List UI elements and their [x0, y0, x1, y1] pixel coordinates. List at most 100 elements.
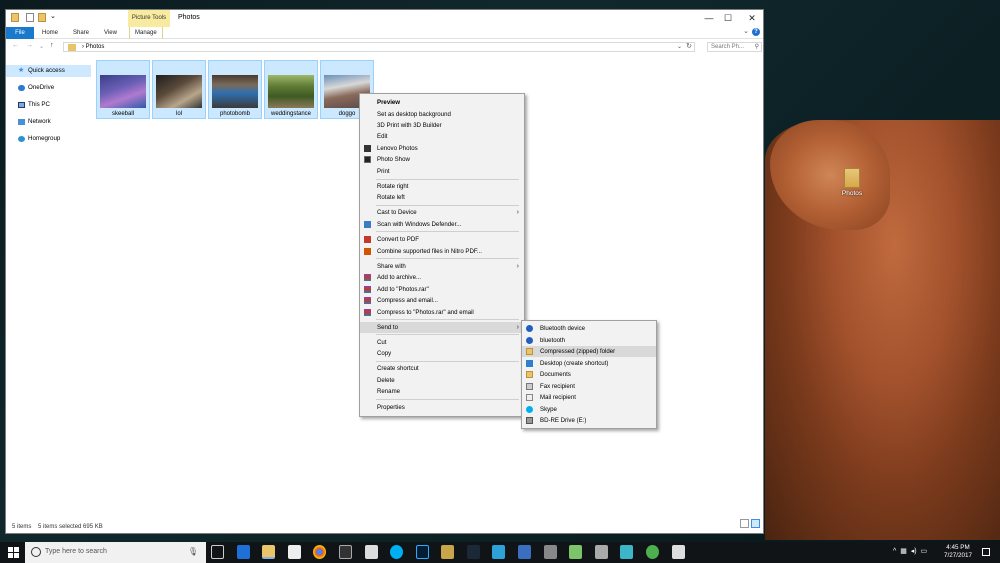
tab-file[interactable]: File: [6, 27, 34, 39]
menu-item-rotate-left[interactable]: Rotate left: [360, 192, 524, 203]
app-icon[interactable]: [492, 545, 505, 559]
kodi-icon[interactable]: [620, 545, 633, 559]
menu-item-create-shortcut[interactable]: Create shortcut: [360, 363, 524, 374]
recent-locations-icon[interactable]: ⌄: [39, 43, 44, 50]
tab-manage[interactable]: Manage: [129, 27, 163, 39]
menu-item-compress-and-email[interactable]: Compress and email...: [360, 295, 524, 306]
skype-icon[interactable]: [390, 545, 403, 559]
start-button[interactable]: [8, 547, 19, 558]
file-item[interactable]: skeeball: [96, 60, 150, 119]
microphone-icon[interactable]: 🎙: [188, 547, 198, 556]
terminal-icon[interactable]: [339, 545, 352, 559]
desktop-icon-photos[interactable]: Photos: [838, 168, 866, 197]
nav-item-network[interactable]: Network: [6, 116, 91, 128]
menu-item-share-with[interactable]: Share with ›: [360, 261, 524, 272]
send-to-bd-re-drive[interactable]: BD-RE Drive (E:): [522, 415, 656, 426]
forward-arrow-icon[interactable]: →: [26, 42, 33, 49]
address-field[interactable]: › Photos ⌄ ↻: [63, 42, 695, 52]
menu-item-cut[interactable]: Cut: [360, 337, 524, 348]
menu-item-delete[interactable]: Delete: [360, 375, 524, 386]
tab-home[interactable]: Home: [37, 27, 63, 39]
menu-item-photo-show[interactable]: Photo Show: [360, 154, 524, 165]
breadcrumb[interactable]: › Photos: [82, 44, 104, 50]
edge-icon[interactable]: [237, 545, 250, 559]
search-input[interactable]: Search Ph... ⚲: [707, 42, 762, 52]
file-item[interactable]: photobomb: [208, 60, 262, 119]
send-to-skype[interactable]: Skype: [522, 404, 656, 415]
menu-item-convert-to-pdf[interactable]: Convert to PDF: [360, 234, 524, 245]
menu-separator: [376, 205, 519, 206]
app-icon[interactable]: [646, 545, 659, 559]
customize-quick-access-icon[interactable]: ⌄: [50, 12, 56, 20]
menu-item-combine-nitro[interactable]: Combine supported files in Nitro PDF...: [360, 246, 524, 257]
steam-icon[interactable]: [467, 545, 480, 559]
send-to-compressed-folder[interactable]: Compressed (zipped) folder: [522, 346, 656, 357]
up-arrow-icon[interactable]: ↑: [50, 42, 54, 49]
tab-share[interactable]: Share: [68, 27, 94, 39]
menu-item-set-desktop-background[interactable]: Set as desktop background: [360, 109, 524, 120]
keyboard-icon[interactable]: ▭: [920, 548, 927, 555]
chrome-icon[interactable]: [313, 545, 326, 559]
bluetooth-icon: [526, 325, 533, 332]
taskbar-search-box[interactable]: Type here to search 🎙: [25, 542, 206, 563]
back-arrow-icon[interactable]: ←: [12, 42, 19, 49]
send-to-bluetooth[interactable]: bluetooth: [522, 335, 656, 346]
details-view-icon[interactable]: [740, 519, 749, 528]
view-toggle: [738, 519, 760, 530]
menu-item-cast-to-device[interactable]: Cast to Device ›: [360, 207, 524, 218]
file-item[interactable]: lol: [152, 60, 206, 119]
app-icon[interactable]: [595, 545, 608, 559]
menu-item-add-to-archive[interactable]: Add to archive...: [360, 272, 524, 283]
maximize-button[interactable]: ☐: [717, 11, 739, 25]
menu-item-compress-to-rar-email[interactable]: Compress to "Photos.rar" and email: [360, 307, 524, 318]
send-to-desktop[interactable]: Desktop (create shortcut): [522, 358, 656, 369]
show-hidden-icons-icon[interactable]: ^: [893, 548, 896, 555]
expand-ribbon-icon[interactable]: ⌄: [743, 27, 749, 35]
file-explorer-icon[interactable]: [262, 545, 275, 559]
menu-item-scan-defender[interactable]: Scan with Windows Defender...: [360, 219, 524, 230]
nav-item-homegroup[interactable]: Homegroup: [6, 133, 91, 145]
tab-view[interactable]: View: [99, 27, 122, 39]
file-item[interactable]: weddingstance: [264, 60, 318, 119]
help-icon[interactable]: ?: [752, 28, 760, 36]
store-icon[interactable]: [288, 545, 301, 559]
send-to-fax[interactable]: Fax recipient: [522, 381, 656, 392]
menu-item-lenovo-photos[interactable]: Lenovo Photos: [360, 143, 524, 154]
large-icons-view-icon[interactable]: [751, 519, 760, 528]
photoshop-icon[interactable]: [416, 545, 429, 559]
app-icon[interactable]: [518, 545, 531, 559]
clock[interactable]: 4:45 PM 7/27/2017: [944, 544, 972, 560]
menu-item-rotate-right[interactable]: Rotate right: [360, 181, 524, 192]
menu-item-add-to-photos-rar[interactable]: Add to "Photos.rar": [360, 284, 524, 295]
send-to-documents[interactable]: Documents: [522, 369, 656, 380]
nitro-icon: [364, 248, 371, 255]
volume-icon[interactable]: ◂): [911, 548, 917, 555]
app-icon[interactable]: [441, 545, 454, 559]
photo-thumbnail: [268, 75, 314, 108]
app-icon[interactable]: [544, 545, 557, 559]
menu-item-edit[interactable]: Edit: [360, 131, 524, 142]
address-dropdown-icon[interactable]: ⌄: [677, 43, 682, 50]
menu-item-send-to[interactable]: Send to ›: [360, 322, 524, 333]
calculator-icon[interactable]: [365, 545, 378, 559]
send-to-mail[interactable]: Mail recipient: [522, 392, 656, 403]
menu-item-rename[interactable]: Rename: [360, 386, 524, 397]
task-view-icon[interactable]: [211, 545, 224, 559]
menu-item-preview[interactable]: Preview: [360, 97, 524, 108]
action-center-icon[interactable]: [982, 548, 990, 556]
new-folder-icon[interactable]: [38, 13, 46, 22]
app-icon[interactable]: [672, 545, 685, 559]
close-button[interactable]: ✕: [741, 11, 763, 25]
refresh-icon[interactable]: ↻: [686, 42, 692, 50]
menu-item-copy[interactable]: Copy: [360, 348, 524, 359]
menu-item-3d-print[interactable]: 3D Print with 3D Builder: [360, 120, 524, 131]
nav-item-onedrive[interactable]: OneDrive: [6, 82, 91, 94]
network-icon[interactable]: ▦: [900, 548, 907, 555]
properties-icon[interactable]: [26, 13, 34, 22]
menu-item-properties[interactable]: Properties: [360, 402, 524, 413]
nav-item-this-pc[interactable]: This PC: [6, 99, 91, 111]
nav-item-quick-access[interactable]: ★ Quick access: [6, 65, 91, 77]
send-to-bluetooth-device[interactable]: Bluetooth device: [522, 323, 656, 334]
app-icon[interactable]: [569, 545, 582, 559]
menu-item-print[interactable]: Print: [360, 166, 524, 177]
